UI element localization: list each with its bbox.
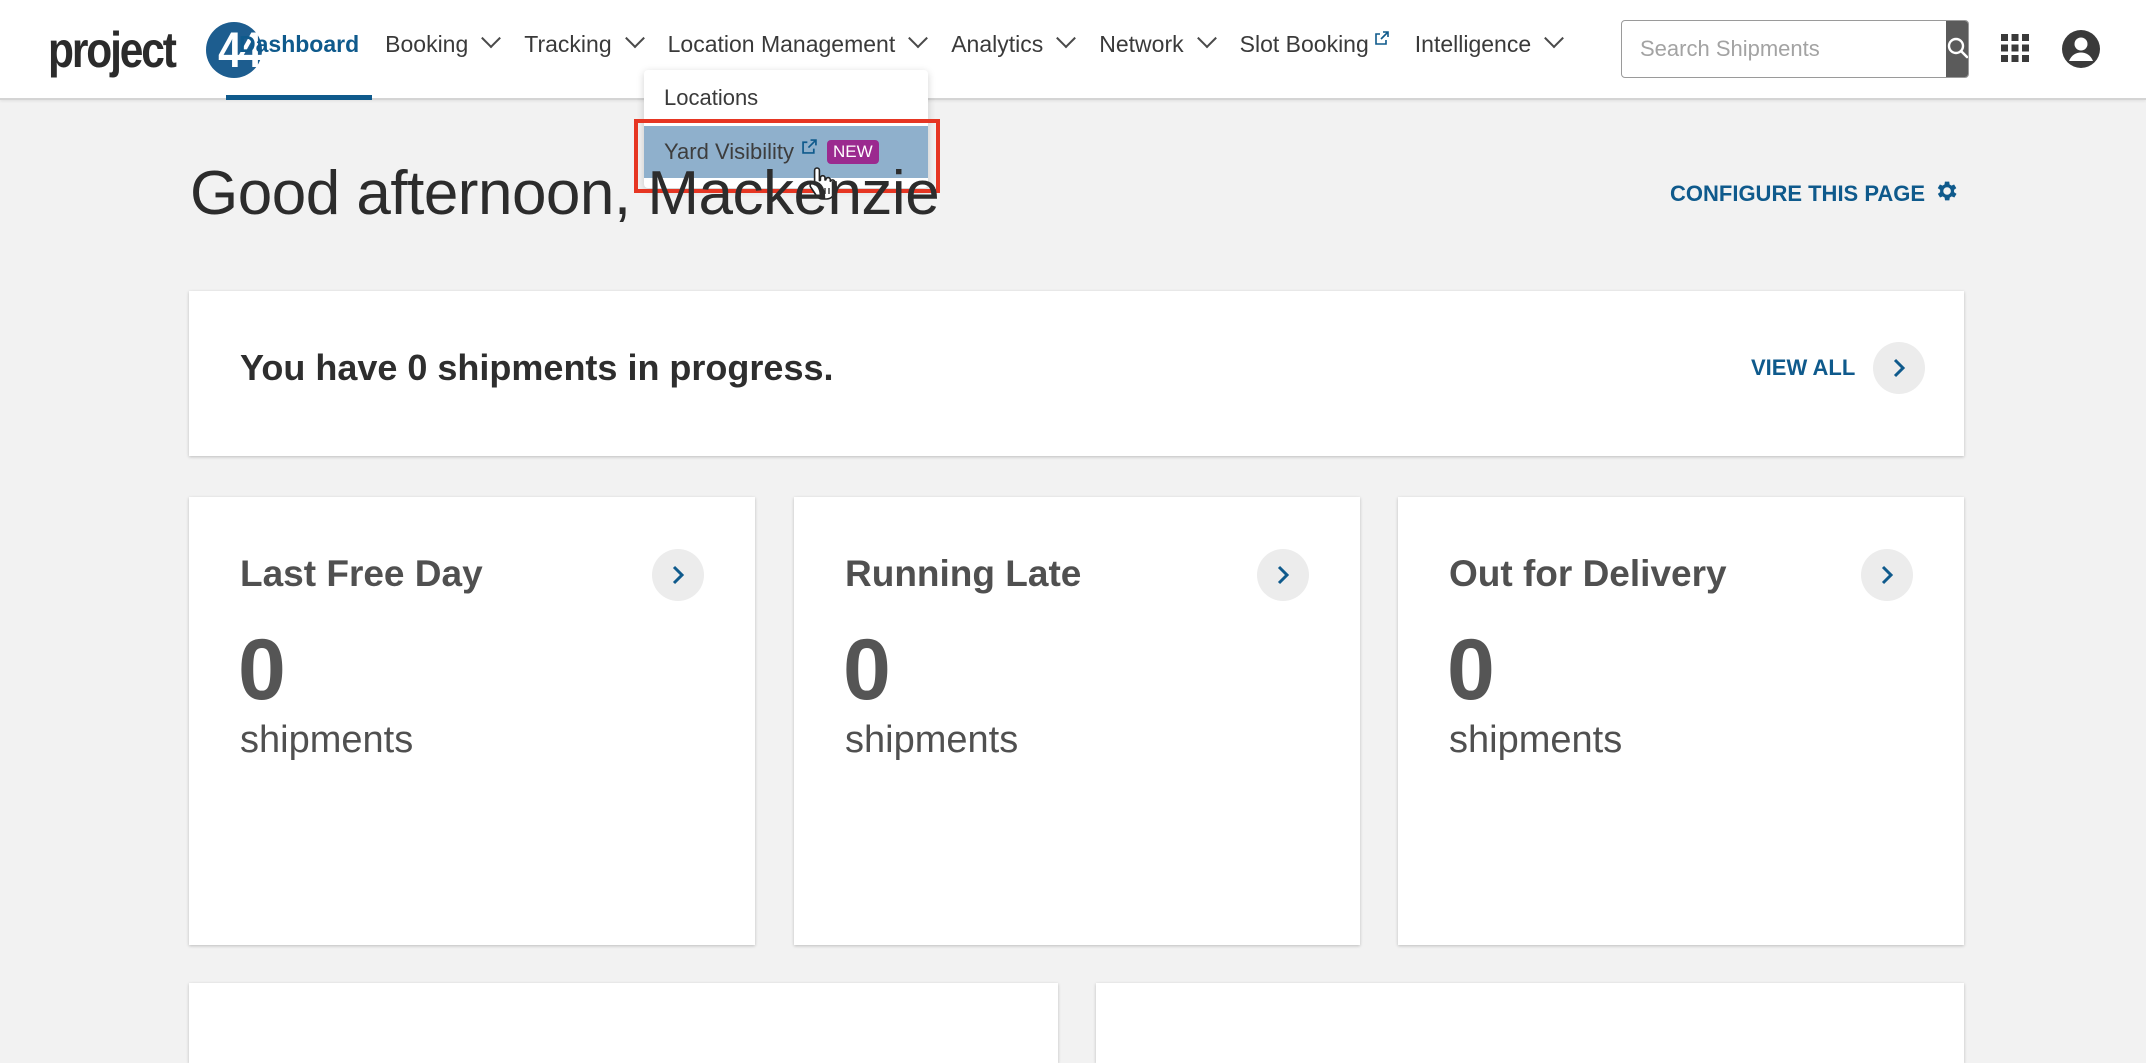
nav-slot-booking-label: Slot Booking	[1239, 30, 1369, 57]
bottom-card-right	[1096, 983, 1964, 1063]
chevron-down-icon	[624, 28, 645, 49]
nav-dashboard[interactable]: Dashboard	[226, 0, 373, 100]
nav-slot-booking[interactable]: Slot Booking	[1227, 0, 1402, 100]
nav-network-label: Network	[1099, 30, 1184, 57]
nav-location-management-label: Location Management	[667, 30, 896, 57]
stat-card-running-late[interactable]: Running Late 0 shipments	[794, 497, 1360, 945]
nav-network[interactable]: Network	[1086, 0, 1226, 100]
view-all-link[interactable]: VIEW ALL	[1751, 342, 1926, 394]
external-link-icon	[802, 138, 817, 154]
gear-icon	[1925, 178, 1959, 210]
page-greeting: Good afternoon, Mackenzie	[190, 159, 940, 228]
chevron-down-icon	[908, 28, 929, 49]
nav-tracking-label: Tracking	[524, 30, 612, 57]
stat-value: 0	[843, 622, 891, 718]
search-icon	[1946, 36, 1968, 63]
nav-intelligence[interactable]: Intelligence	[1402, 0, 1574, 100]
dropdown-item-locations[interactable]: Locations	[644, 72, 928, 124]
nav-tracking[interactable]: Tracking	[511, 0, 654, 100]
stat-unit: shipments	[1449, 719, 1623, 761]
stat-title: Running Late	[845, 553, 1082, 594]
chevron-down-icon	[481, 28, 502, 49]
stat-card-last-free-day[interactable]: Last Free Day 0 shipments	[189, 497, 755, 945]
nav-booking[interactable]: Booking	[372, 0, 511, 100]
apps-grid-icon[interactable]	[2000, 33, 2030, 63]
chevron-right-icon[interactable]	[1873, 342, 1926, 394]
stat-title: Last Free Day	[240, 553, 483, 594]
chevron-right-icon[interactable]	[1861, 549, 1913, 601]
chevron-down-icon	[1544, 28, 1565, 49]
stat-value: 0	[238, 622, 286, 718]
chevron-right-icon[interactable]	[652, 549, 704, 601]
search-button[interactable]	[1946, 21, 1968, 77]
nav-dashboard-label: Dashboard	[239, 30, 360, 57]
search-shipments	[1621, 20, 1969, 78]
search-input[interactable]	[1622, 21, 1946, 77]
stat-unit: shipments	[845, 719, 1019, 761]
stat-title: Out for Delivery	[1449, 553, 1727, 594]
top-navbar: project 44 Dashboard Booking Tracking Lo…	[0, 0, 2146, 100]
user-avatar-icon[interactable]	[2061, 29, 2101, 69]
stat-unit: shipments	[240, 719, 414, 761]
dropdown-item-label: Locations	[664, 85, 759, 110]
configure-label: CONFIGURE THIS PAGE	[1670, 181, 1926, 206]
nav-analytics-label: Analytics	[951, 30, 1044, 57]
external-link-icon	[1374, 31, 1389, 45]
stat-card-out-for-delivery[interactable]: Out for Delivery 0 shipments	[1398, 497, 1964, 945]
logo-wordmark: project	[48, 22, 177, 78]
view-all-label: VIEW ALL	[1751, 355, 1856, 380]
bottom-card-left	[189, 983, 1058, 1063]
progress-summary: You have 0 shipments in progress.	[240, 347, 834, 388]
stat-value: 0	[1447, 622, 1495, 718]
chevron-right-icon[interactable]	[1257, 549, 1309, 601]
nav-intelligence-label: Intelligence	[1414, 30, 1532, 57]
chevron-down-icon	[1196, 28, 1217, 49]
shipments-in-progress-card: You have 0 shipments in progress. VIEW A…	[189, 291, 1964, 456]
nav-analytics[interactable]: Analytics	[938, 0, 1086, 100]
project44-logo[interactable]: project 44	[48, 20, 262, 80]
nav-booking-label: Booking	[385, 30, 469, 57]
configure-page-link[interactable]: CONFIGURE THIS PAGE	[1670, 178, 1959, 210]
chevron-down-icon	[1056, 28, 1077, 49]
